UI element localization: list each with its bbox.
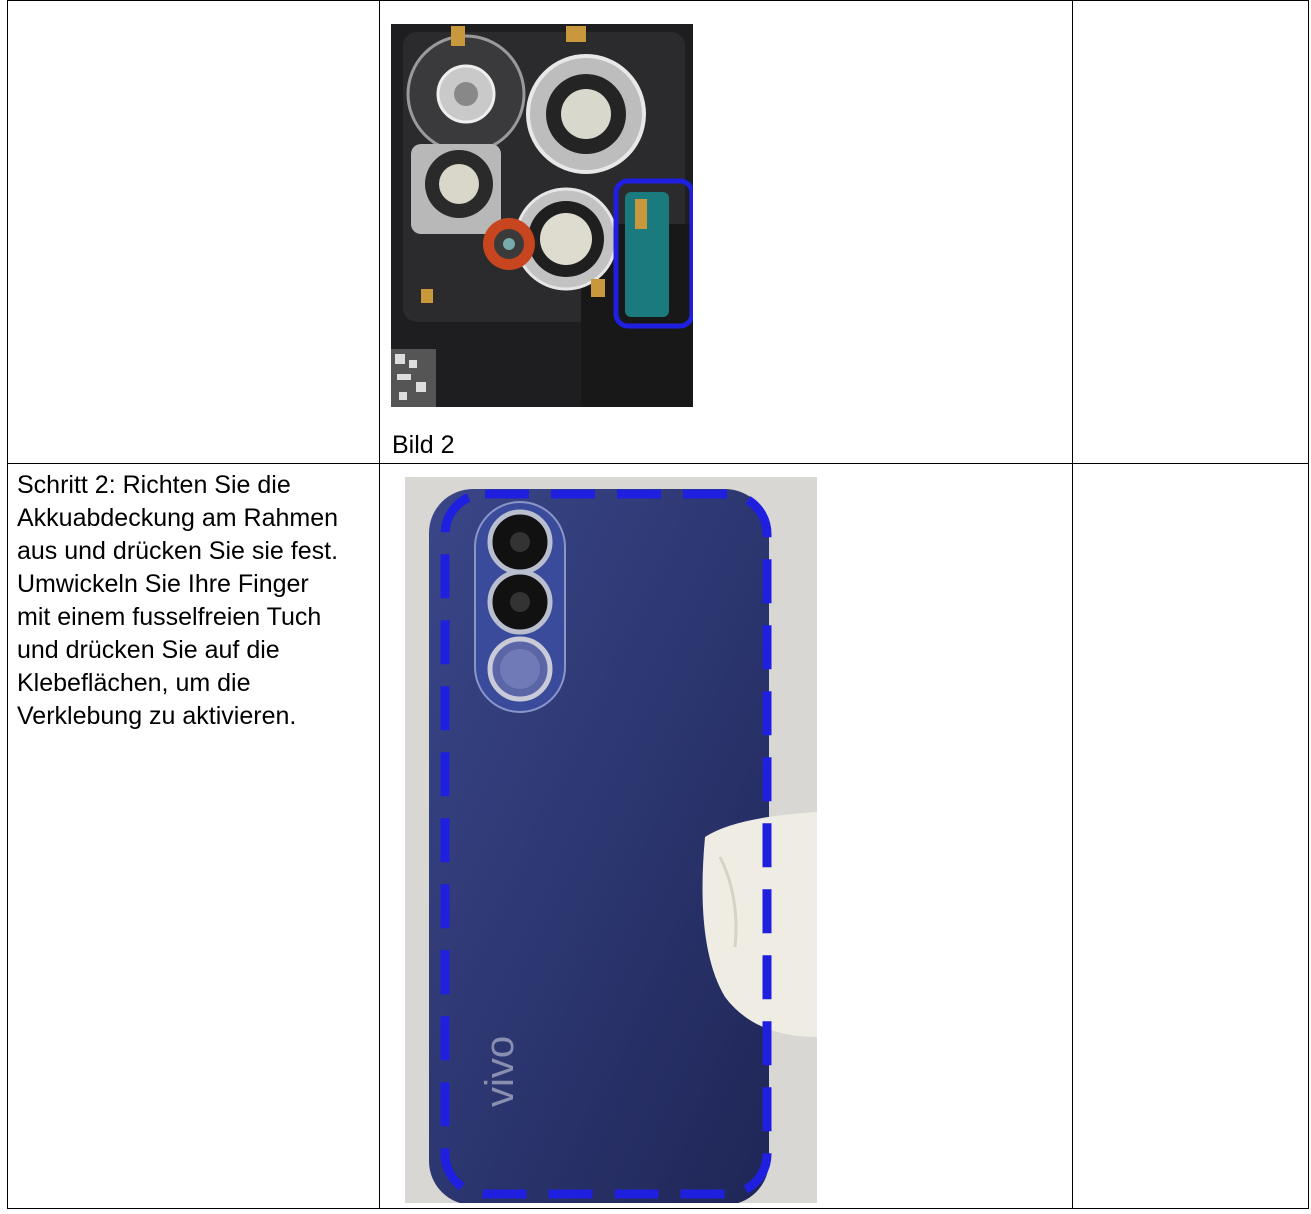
step-line: aus und drücken Sie sie fest. <box>17 537 339 565</box>
step-line: Klebeflächen, um die <box>17 669 251 697</box>
table-column-divider-1 <box>379 0 380 1209</box>
table-border-left <box>7 0 8 1209</box>
phone-brand-logo: vivo <box>478 1036 522 1107</box>
step-line: Schritt 2: Richten Sie die <box>17 471 291 499</box>
camera-module-photo <box>391 24 693 407</box>
image-caption: Bild 2 <box>392 431 455 459</box>
step-line: Verklebung zu aktivieren. <box>17 702 297 730</box>
step-line: mit einem fusselfreien Tuch <box>17 603 322 631</box>
step-line: und drücken Sie auf die <box>17 636 280 664</box>
step-line: Akkuabdeckung am Rahmen <box>17 504 339 532</box>
table-border-top <box>7 0 1309 1</box>
phone-back-photo: vivo <box>405 477 817 1203</box>
table-border-right <box>1308 0 1309 1209</box>
table-row-divider <box>7 463 1309 464</box>
table-border-bottom <box>7 1208 1309 1209</box>
table-column-divider-2 <box>1072 0 1073 1209</box>
step-line: Umwickeln Sie Ihre Finger <box>17 570 309 598</box>
